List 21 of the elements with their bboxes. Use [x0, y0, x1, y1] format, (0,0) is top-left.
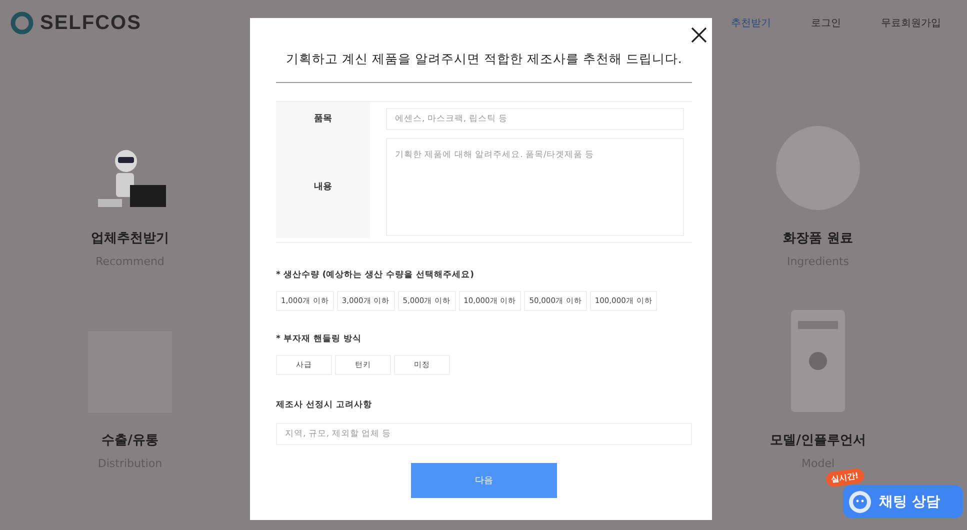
service-title: 수출/유통 — [102, 432, 158, 449]
field-label: 내용 — [276, 134, 370, 238]
logo[interactable]: SELFCOS — [10, 11, 142, 35]
chat-button[interactable]: 채팅 상담 — [843, 485, 963, 518]
ring-logo-icon — [10, 11, 34, 35]
section-label: 제조사 선정시 고려사항 — [276, 399, 373, 411]
live-badge: 실시간! — [825, 467, 865, 488]
considerations-input-field[interactable]: 지역, 규모, 제외할 업체 등 — [276, 423, 692, 445]
section-label: * 부자재 핸들링 방식 — [276, 333, 362, 345]
field-label: 품목 — [276, 102, 370, 134]
nav-link[interactable]: 로그인 — [811, 16, 841, 30]
service-title: 화장품 원료 — [783, 230, 853, 247]
section-label: * 생산수량 (예상하는 생산 수량을 선택해주세요) — [276, 269, 476, 281]
chatbot-face-icon — [848, 490, 872, 514]
item-input-field[interactable]: 에센스, 마스크팩, 립스틱 등 — [386, 108, 684, 130]
service-title: 업체추천받기 — [91, 230, 169, 247]
service-title: 모델/인플루언서 — [770, 432, 866, 449]
nav-link[interactable]: 무료회원가입 — [881, 16, 941, 30]
content-textarea[interactable]: 기획한 제품에 대해 알려주세요. 품목/타겟제품 등 — [386, 138, 684, 236]
modal-title: 기획하고 계신 제품을 알려주시면 적합한 제조사를 추천해 드립니다. — [276, 18, 692, 83]
logo-text: SELFCOS — [40, 12, 142, 34]
